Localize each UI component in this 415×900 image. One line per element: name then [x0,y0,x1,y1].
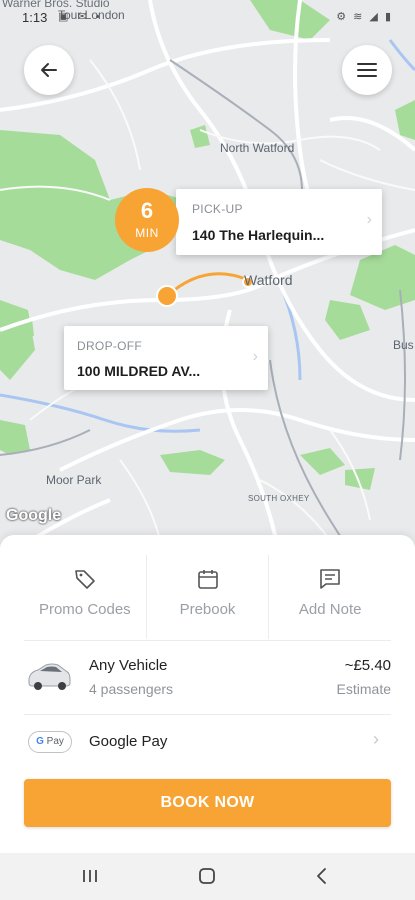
vehicle-row[interactable]: Any Vehicle 4 passengers ~£5.40 Estimate [24,641,391,713]
tag-icon [75,570,95,589]
map-label-north-watford: North Watford [220,141,295,155]
chevron-right-icon: › [373,729,379,749]
car-icon [28,663,71,690]
recent-apps-icon [83,870,97,882]
hamburger-icon [357,63,377,77]
payment-row[interactable]: G Pay Google Pay › [24,715,391,771]
google-pay-badge-text: Pay [46,736,64,747]
home-icon [199,868,215,884]
promo-codes-label: Promo Codes [38,601,131,618]
google-pay-badge: G Pay [28,731,72,753]
chevron-left-icon [317,868,326,884]
calendar-icon [197,570,218,589]
dropoff-card[interactable]: DROP-OFF 100 MILDRED AV... › [64,326,268,390]
pickup-address: 140 The Harlequin... [192,227,325,243]
eta-unit: MIN [135,226,159,240]
arrow-left-icon [41,63,57,77]
home-button[interactable] [192,863,222,889]
chevron-right-icon: › [252,348,258,365]
status-bar: 1:13 ▣ ✉ • ⚙ ≋ ◢ ▮ [0,0,415,32]
system-back-button[interactable] [307,863,337,889]
map-label-bus: Bus [393,338,414,352]
status-time: 1:13 [22,10,48,25]
book-now-button[interactable]: BOOK NOW [24,779,391,827]
add-note-button[interactable]: Add Note [268,555,391,639]
prebook-button[interactable]: Prebook [145,555,269,639]
eta-value: 6 [140,198,154,223]
recent-apps-button[interactable] [75,863,105,889]
promo-codes-button[interactable]: Promo Codes [24,555,146,639]
menu-button[interactable] [342,45,392,95]
eta-badge: 6 MIN [115,188,179,252]
map-label-south-oxhey: SOUTH OXHEY [248,494,310,503]
pickup-marker [156,285,178,307]
prebook-label: Prebook [179,601,236,618]
chevron-right-icon: › [366,211,372,228]
price-estimate: ~£5.40 [344,657,391,674]
google-pay-badge-g: G [36,736,44,747]
note-icon [320,569,340,589]
dropoff-label: DROP-OFF [77,339,143,353]
payment-method-label: Google Pay [89,733,168,750]
map-label-watford: Watford [244,272,293,288]
system-status-icons: ⚙ ≋ ◢ ▮ [336,11,393,23]
system-nav-bar [0,853,415,900]
back-button[interactable] [24,45,74,95]
vehicle-passengers: 4 passengers [89,681,174,697]
booking-sheet: Promo Codes Prebook Add Note Any Vehicle… [0,535,415,853]
add-note-label: Add Note [298,601,362,618]
pickup-label: PICK-UP [192,202,243,216]
price-note: Estimate [336,681,391,697]
vehicle-name: Any Vehicle [89,657,168,674]
dropoff-address: 100 MILDRED AV... [77,363,201,379]
notification-icons: ▣ ✉ • [58,11,103,23]
map-label-moor-park: Moor Park [46,473,102,487]
google-attribution: Google [6,507,62,524]
pickup-card[interactable]: PICK-UP 140 The Harlequin... › [176,189,382,255]
options-row: Promo Codes Prebook Add Note [24,555,391,639]
